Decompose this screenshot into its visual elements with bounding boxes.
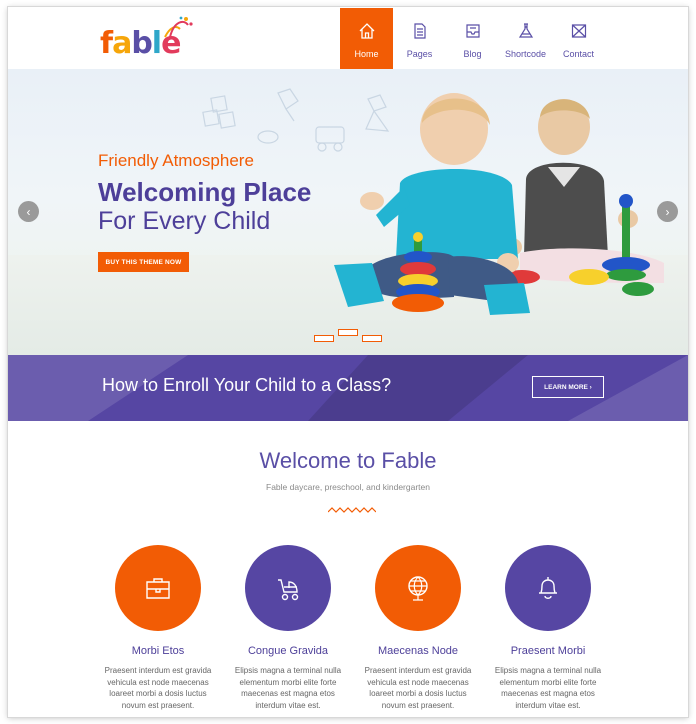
nav-item-blog[interactable]: Blog xyxy=(446,8,499,69)
hero-kicker: Friendly Atmosphere xyxy=(98,151,254,170)
feature-icon-circle[interactable] xyxy=(375,545,461,631)
nav-label: Home xyxy=(354,49,379,59)
slider-prev-button[interactable]: ‹ xyxy=(18,201,39,222)
feature-text: Elipsis magna a terminal nulla elementum… xyxy=(483,665,613,711)
document-icon xyxy=(413,23,426,39)
feature-title: Morbi Etos xyxy=(131,645,185,657)
feature-line: loareet morbi a dosis luctus xyxy=(109,689,207,698)
nav-item-pages[interactable]: Pages xyxy=(393,8,446,69)
logo-letter: l xyxy=(151,26,162,61)
nav-item-home[interactable]: Home xyxy=(340,8,393,69)
feature-line: Elipsis magna a terminal nulla xyxy=(234,666,342,675)
logo-letter: f xyxy=(100,26,113,61)
buy-theme-button[interactable]: BUY THIS THEME NOW xyxy=(98,252,189,272)
main-nav: Home Pages Blog Shortcode Contact xyxy=(340,8,605,69)
feature-title: Maecenas Node xyxy=(377,645,459,657)
feature-line: novum est praesent. xyxy=(381,700,455,710)
briefcase-icon xyxy=(146,578,170,599)
logo-letter: a xyxy=(112,26,132,61)
enroll-banner: How to Enroll Your Child to a Class? LEA… xyxy=(8,355,688,421)
nav-label: Pages xyxy=(406,49,433,59)
nav-item-contact[interactable]: Contact xyxy=(552,8,605,69)
zigzag-divider-icon xyxy=(328,507,376,513)
slider-dot[interactable] xyxy=(362,335,382,342)
enroll-heading: How to Enroll Your Child to a Class? xyxy=(102,375,392,395)
feature-card: Congue Gravida Elipsis magna a terminal … xyxy=(223,545,353,711)
feature-line: maecenas est magna etos xyxy=(241,689,335,698)
nav-label: Contact xyxy=(562,49,595,59)
inbox-icon xyxy=(465,24,480,38)
slider-dot[interactable] xyxy=(338,329,358,336)
feature-line: vehicula est node maecenas xyxy=(107,677,209,687)
feature-icon-circle[interactable] xyxy=(115,545,201,631)
feature-line: Elipsis magna a terminal nulla xyxy=(494,666,602,675)
hero-title: Welcoming Place xyxy=(98,177,312,207)
feature-line: interdum vitae est. xyxy=(255,700,321,710)
feature-text: Praesent interdum est gravida vehicula e… xyxy=(353,665,483,711)
feature-line: elementum morbi elite forte xyxy=(239,677,337,687)
stroller-icon xyxy=(278,579,299,601)
feature-line: Praesent interdum est gravida xyxy=(364,666,472,675)
feature-card: Morbi Etos Praesent interdum est gravida… xyxy=(93,545,223,711)
welcome-title: Welcome to Fable xyxy=(259,448,437,473)
children-playing-image xyxy=(334,93,664,315)
site-logo[interactable]: f a b l e xyxy=(100,16,193,61)
learn-more-button[interactable]: LEARN MORE › xyxy=(532,376,604,398)
feature-card: Praesent Morbi Elipsis magna a terminal … xyxy=(483,545,613,711)
nav-label: Shortcode xyxy=(504,49,547,59)
hero-subtitle: For Every Child xyxy=(98,207,271,235)
bell-icon xyxy=(539,577,557,599)
logo-swirl-icon xyxy=(164,16,193,38)
nav-item-shortcode[interactable]: Shortcode xyxy=(499,8,552,69)
hero-slider: Friendly Atmosphere Welcoming Place For … xyxy=(8,69,688,355)
welcome-subtitle: Fable daycare, preschool, and kindergart… xyxy=(266,482,430,492)
slider-next-button[interactable]: › xyxy=(657,201,678,222)
feature-line: maecenas est magna etos xyxy=(501,689,595,698)
feature-text: Praesent interdum est gravida vehicula e… xyxy=(93,665,223,711)
feature-icon-circle[interactable] xyxy=(245,545,331,631)
feature-line: loareet morbi a dosis luctus xyxy=(369,689,467,698)
home-icon xyxy=(359,23,374,39)
slider-dot[interactable] xyxy=(314,335,334,342)
feature-line: vehicula est node maecenas xyxy=(367,677,469,687)
feature-title: Congue Gravida xyxy=(247,645,329,657)
flask-icon xyxy=(518,23,533,38)
globe-icon xyxy=(408,576,428,601)
nav-label: Blog xyxy=(463,49,482,59)
feature-icon-circle[interactable] xyxy=(505,545,591,631)
site-header: f a b l e Home Pages Blog Shortcode Cont… xyxy=(8,7,688,69)
feature-line: interdum vitae est. xyxy=(515,700,581,710)
feature-card: Maecenas Node Praesent interdum est grav… xyxy=(353,545,483,711)
feature-text: Elipsis magna a terminal nulla elementum… xyxy=(223,665,353,711)
feature-line: Praesent interdum est gravida xyxy=(104,666,212,675)
page-frame: f a b l e Home Pages Blog Shortcode Cont… xyxy=(8,7,688,717)
logo-letter: b xyxy=(131,26,153,61)
feature-line: elementum morbi elite forte xyxy=(499,677,597,687)
feature-title: Praesent Morbi xyxy=(510,645,586,657)
feature-line: novum est praesent. xyxy=(121,700,195,710)
envelope-icon xyxy=(571,24,586,38)
